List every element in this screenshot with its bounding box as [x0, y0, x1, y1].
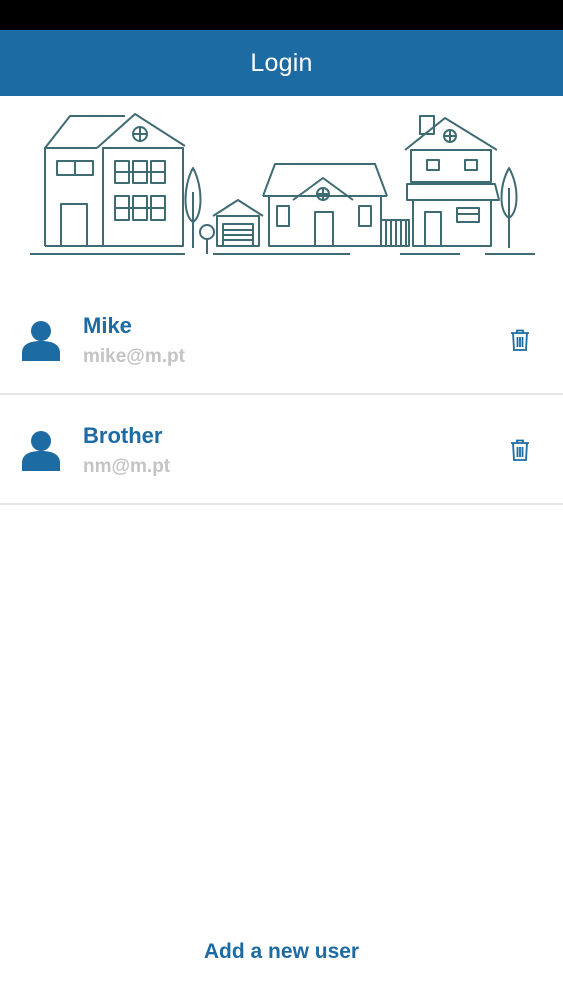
navigation-bar: Login [0, 30, 563, 96]
trash-icon[interactable] [510, 439, 530, 461]
user-email: mike@m.pt [83, 346, 185, 367]
status-bar [0, 0, 563, 30]
user-icon [22, 431, 60, 471]
user-name: Brother [83, 423, 163, 448]
add-new-user-button[interactable]: Add a new user [0, 940, 563, 964]
user-row[interactable]: Brother nm@m.pt [0, 395, 563, 505]
user-row[interactable]: Mike mike@m.pt [0, 285, 563, 395]
houses-illustration [30, 113, 535, 255]
trash-icon[interactable] [510, 329, 530, 351]
user-list: Mike mike@m.pt Brother nm@m.pt [0, 285, 563, 505]
page-title: Login [250, 48, 313, 77]
user-icon [22, 321, 60, 361]
user-name: Mike [83, 313, 132, 338]
user-email: nm@m.pt [83, 456, 171, 477]
